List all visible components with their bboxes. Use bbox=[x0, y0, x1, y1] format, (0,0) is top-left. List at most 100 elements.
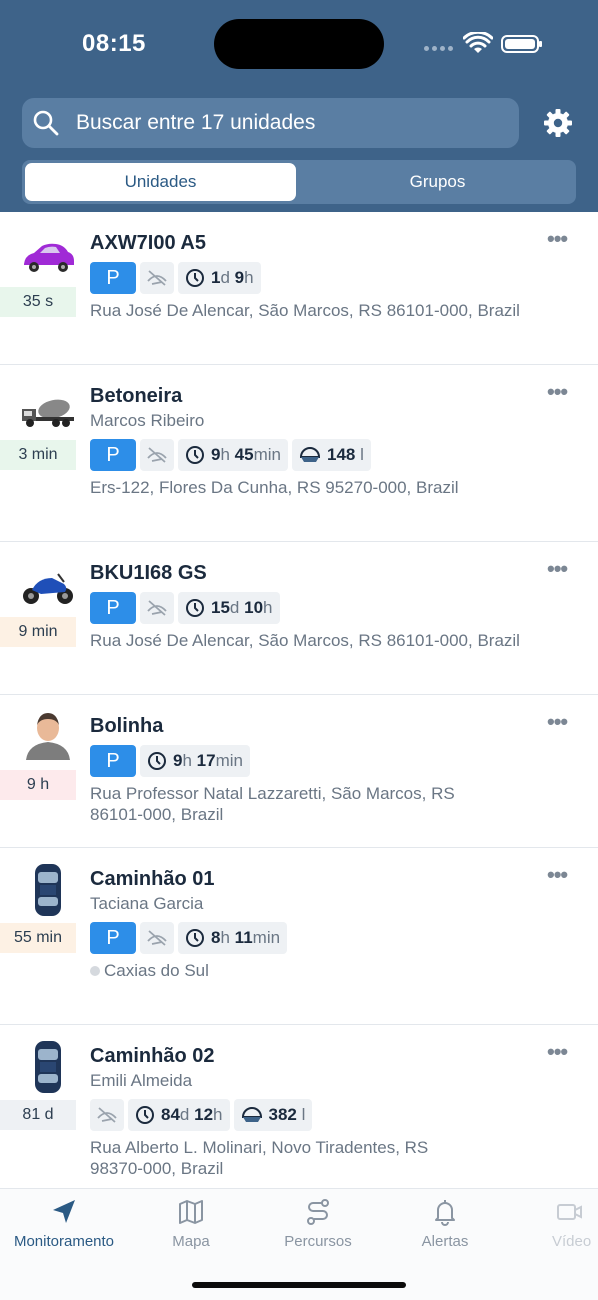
duration-chip: 9h 45min bbox=[178, 439, 288, 471]
tab-video[interactable]: Vídeo bbox=[512, 1197, 598, 1250]
tab-label: Mapa bbox=[172, 1233, 210, 1250]
status-chips: P 9h 45min 148 l bbox=[90, 439, 371, 471]
clock-icon bbox=[186, 929, 204, 947]
status-chips: P 1d 9h bbox=[90, 262, 261, 294]
unit-row[interactable]: 9 h Bolinha ••• P 9h 17min Rua Professor… bbox=[0, 695, 598, 848]
last-update-age: 3 min bbox=[0, 440, 76, 470]
duration-chip: 84d 12h bbox=[128, 1099, 230, 1131]
navigation-arrow-icon bbox=[53, 1200, 75, 1223]
duration-days-unit: d bbox=[229, 598, 240, 617]
more-options-icon[interactable]: ••• bbox=[547, 1039, 568, 1065]
duration-minutes-unit: min bbox=[253, 445, 281, 464]
home-indicator bbox=[192, 1282, 406, 1288]
last-update-age: 9 min bbox=[0, 617, 76, 647]
unit-address: Rua Alberto L. Molinari, Novo Tiradentes… bbox=[90, 1137, 428, 1179]
more-options-icon[interactable]: ••• bbox=[547, 556, 568, 582]
search-placeholder: Buscar entre 17 unidades bbox=[76, 111, 316, 134]
duration-chip: 8h 11min bbox=[178, 922, 288, 954]
duration-minutes-unit: min bbox=[215, 751, 243, 770]
motorcycle-icon bbox=[23, 573, 73, 604]
unit-row[interactable]: 81 d Caminhão 02 ••• Emili Almeida 84d 1… bbox=[0, 1025, 598, 1188]
duration-minutes-unit: min bbox=[252, 928, 281, 947]
person-avatar-icon bbox=[26, 713, 70, 760]
duration-hours-unit: h bbox=[263, 598, 273, 617]
search-bar[interactable]: Buscar entre 17 unidades bbox=[22, 98, 519, 148]
header: 08:15 Buscar entre 17 unidades Unidades … bbox=[0, 0, 598, 212]
tab-monitoramento[interactable]: Monitoramento bbox=[4, 1197, 124, 1250]
segment-unidades[interactable]: Unidades bbox=[25, 163, 296, 201]
fuel-gauge-icon bbox=[299, 447, 321, 462]
duration-minutes: 11 bbox=[234, 928, 253, 947]
wifi-icon bbox=[463, 32, 493, 53]
address-line-2: 98370-000, Brazil bbox=[90, 1159, 224, 1178]
address-line-1: Rua Alberto L. Molinari, Novo Tiradentes… bbox=[90, 1138, 429, 1157]
duration-minutes: 17 bbox=[196, 751, 216, 770]
duration-days: 15 bbox=[211, 598, 230, 617]
status-chips: P 15d 10h bbox=[90, 592, 280, 624]
dynamic-island bbox=[214, 19, 384, 69]
bell-icon bbox=[435, 1200, 455, 1226]
unit-row[interactable]: 3 min Betoneira ••• Marcos Ribeiro P 9h … bbox=[0, 365, 598, 542]
clock-icon bbox=[186, 446, 204, 464]
fuel-chip: 148 l bbox=[292, 439, 371, 471]
unit-address: Caxias do Sul bbox=[90, 960, 209, 981]
duration-days-unit: d bbox=[220, 268, 230, 287]
parking-badge: P bbox=[90, 922, 136, 954]
no-signal-icon bbox=[140, 592, 174, 624]
no-signal-icon bbox=[140, 439, 174, 471]
gear-icon[interactable] bbox=[542, 107, 574, 139]
duration-hours-unit: h bbox=[220, 445, 230, 464]
fuel-gauge-icon bbox=[241, 1107, 262, 1122]
parking-badge: P bbox=[90, 439, 136, 471]
last-update-age: 55 min bbox=[0, 923, 76, 953]
parking-badge: P bbox=[90, 262, 136, 294]
tab-label: Percursos bbox=[284, 1233, 352, 1250]
driver-name: Taciana Garcia bbox=[90, 894, 204, 913]
fuel-chip: 382 l bbox=[233, 1099, 313, 1131]
location-dot-icon bbox=[90, 966, 100, 976]
tab-mapa[interactable]: Mapa bbox=[131, 1197, 251, 1250]
tab-percursos[interactable]: Percursos bbox=[258, 1197, 378, 1250]
status-chips: 84d 12h 382 l bbox=[90, 1099, 313, 1131]
duration-hours: 9 bbox=[234, 268, 245, 287]
no-signal-icon bbox=[90, 1099, 124, 1131]
duration-chip: 1d 9h bbox=[178, 262, 261, 294]
unit-row[interactable]: 55 min Caminhão 01 ••• Taciana Garcia P … bbox=[0, 848, 598, 1025]
no-signal-icon bbox=[140, 262, 174, 294]
unit-address: Rua José De Alencar, São Marcos, RS 8610… bbox=[90, 631, 520, 650]
unit-name: Betoneira bbox=[90, 385, 183, 407]
duration-chip: 15d 10h bbox=[178, 592, 280, 624]
duration-days: 84 bbox=[161, 1105, 180, 1124]
more-options-icon[interactable]: ••• bbox=[547, 226, 568, 252]
duration-minutes: 45 bbox=[234, 445, 254, 464]
unit-name: BKU1I68 GS bbox=[90, 562, 207, 584]
segmented-control: Unidades Grupos bbox=[22, 160, 576, 204]
duration-days-unit: d bbox=[179, 1105, 190, 1124]
address-text: Caxias do Sul bbox=[104, 961, 209, 980]
unit-address: Ers-122, Flores Da Cunha, RS 95270-000, … bbox=[90, 478, 459, 497]
parking-badge: P bbox=[90, 592, 136, 624]
blue-car-top-icon bbox=[35, 1041, 61, 1093]
duration-hours-unit: h bbox=[244, 268, 254, 287]
unit-row[interactable]: 9 min BKU1I68 GS ••• P 15d 10h Rua José … bbox=[0, 542, 598, 695]
more-options-icon[interactable]: ••• bbox=[547, 379, 568, 405]
last-update-age: 81 d bbox=[0, 1100, 76, 1130]
driver-name: Marcos Ribeiro bbox=[90, 411, 205, 430]
duration-hours: 10 bbox=[244, 598, 264, 617]
tab-alertas[interactable]: Alertas bbox=[385, 1197, 505, 1250]
unit-row[interactable]: 35 s AXW7I00 A5 ••• P 1d 9h Rua José De … bbox=[0, 212, 598, 365]
duration-hours: 12 bbox=[194, 1105, 214, 1124]
unit-address: Rua Professor Natal Lazzaretti, São Marc… bbox=[90, 783, 455, 825]
parking-badge: P bbox=[90, 745, 136, 777]
more-options-icon[interactable]: ••• bbox=[547, 862, 568, 888]
more-options-icon[interactable]: ••• bbox=[547, 709, 568, 735]
clock-icon bbox=[186, 599, 204, 617]
duration-hours-unit: h bbox=[182, 751, 192, 770]
segment-grupos[interactable]: Grupos bbox=[302, 163, 573, 201]
unit-name: Caminhão 01 bbox=[90, 868, 215, 890]
duration-hours-unit: h bbox=[213, 1105, 223, 1124]
battery-icon bbox=[501, 35, 542, 53]
map-icon bbox=[179, 1200, 203, 1224]
status-time: 08:15 bbox=[82, 30, 146, 57]
route-icon bbox=[307, 1199, 329, 1225]
